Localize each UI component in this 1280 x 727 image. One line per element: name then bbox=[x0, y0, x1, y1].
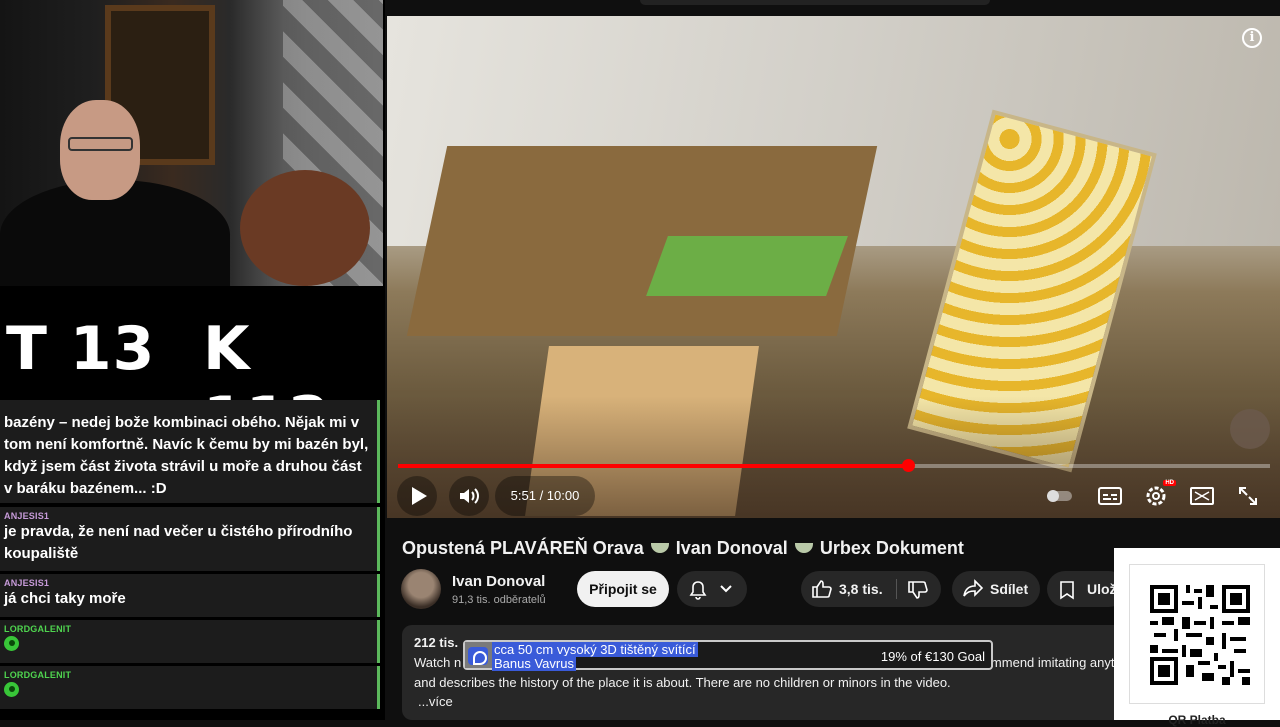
join-button[interactable]: Připojit se bbox=[577, 571, 669, 607]
donation-icon bbox=[468, 647, 488, 665]
progress-bar[interactable] bbox=[398, 459, 1270, 472]
video-title: Opustená PLAVÁREŇ Orava Ivan Donoval Urb… bbox=[402, 538, 964, 559]
bowl-emoji-icon bbox=[794, 543, 813, 553]
chat-author: LORDGALENIT bbox=[4, 624, 72, 634]
streamer-glasses bbox=[68, 137, 133, 151]
chat-message-text: já chci taky moře bbox=[4, 590, 126, 607]
qr-payment-card: QR Platba bbox=[1114, 548, 1280, 727]
top-bar-edge bbox=[640, 0, 990, 5]
video-frame-green-shelf bbox=[646, 236, 848, 296]
progress-fill bbox=[398, 464, 909, 468]
thumbs-up-icon bbox=[812, 580, 832, 598]
thumbs-down-icon bbox=[908, 581, 928, 599]
qr-label: QR Platba bbox=[1168, 713, 1226, 727]
volume-icon[interactable] bbox=[449, 476, 489, 516]
like-count: 3,8 tis. bbox=[839, 581, 883, 597]
goal-title: cca 50 cm vysoký 3D tištěný svítící bbox=[492, 642, 698, 657]
chat-message: LORDGALENIT bbox=[0, 666, 380, 709]
description-text: Watch n bbox=[414, 655, 462, 670]
share-button[interactable]: Sdílet bbox=[952, 571, 1040, 607]
chat-message: bazény – nedej bože kombinaci obého. Něj… bbox=[0, 400, 380, 503]
share-label: Sdílet bbox=[990, 581, 1029, 597]
show-more-link[interactable]: ...více bbox=[418, 694, 453, 709]
play-icon[interactable] bbox=[397, 476, 437, 516]
save-label: Ulož bbox=[1087, 581, 1117, 597]
chat-author: ANJESIS1 bbox=[4, 511, 50, 521]
time-display: 5:51 / 10:00 bbox=[495, 476, 595, 516]
goal-subtitle: Banus Vavrus bbox=[492, 656, 576, 671]
info-icon[interactable]: i bbox=[1242, 28, 1262, 48]
view-count: 212 tis. bbox=[414, 635, 459, 650]
plush-toy bbox=[240, 170, 370, 286]
chat-message-text: bazény – nedej bože kombinaci obého. Něj… bbox=[4, 414, 369, 497]
chat-author: LORDGALENIT bbox=[4, 670, 72, 680]
subtitles-icon[interactable] bbox=[1090, 476, 1130, 516]
counter-t: T 13 bbox=[6, 314, 156, 384]
bell-icon bbox=[689, 581, 707, 600]
video-title-part: Ivan Donoval bbox=[675, 538, 788, 558]
video-title-part: Urbex Dokument bbox=[819, 538, 964, 558]
donation-goal-bar: cca 50 cm vysoký 3D tištěný svítící Banu… bbox=[463, 640, 993, 671]
like-button[interactable]: 3,8 tis. bbox=[801, 571, 896, 607]
autoplay-toggle-icon[interactable] bbox=[1040, 476, 1080, 516]
channel-watermark[interactable] bbox=[1230, 409, 1270, 449]
bowl-emoji-icon bbox=[650, 543, 669, 553]
dislike-button[interactable] bbox=[897, 571, 941, 607]
fullscreen-icon[interactable] bbox=[1228, 476, 1268, 516]
notifications-button[interactable] bbox=[677, 571, 747, 607]
channel-avatar[interactable] bbox=[401, 569, 441, 609]
time-text: 5:51 / 10:00 bbox=[510, 488, 580, 503]
chat-panel: bazény – nedej bože kombinaci obého. Něj… bbox=[0, 400, 383, 720]
description-line: and describes the history of the place i… bbox=[414, 675, 951, 690]
green-emote-icon bbox=[4, 682, 19, 697]
video-player[interactable]: i 5:51 / 10:00 HD bbox=[387, 16, 1280, 518]
chevron-down-icon bbox=[720, 585, 732, 593]
chat-message-text: je pravda, že není nad večer u čistého p… bbox=[4, 523, 353, 562]
green-emote-icon bbox=[4, 636, 19, 651]
channel-name[interactable]: Ivan Donoval bbox=[452, 573, 545, 590]
qr-frame: QR Platba bbox=[1129, 564, 1265, 727]
goal-progress-text: 19% of €130 Goal bbox=[880, 649, 985, 664]
miniplayer-icon[interactable] bbox=[1182, 476, 1222, 516]
subscriber-count: 91,3 tis. odběratelů bbox=[452, 594, 546, 606]
chat-author: ANJESIS1 bbox=[4, 578, 50, 588]
settings-icon[interactable]: HD bbox=[1136, 476, 1176, 516]
share-icon bbox=[963, 579, 984, 597]
bookmark-icon bbox=[1060, 581, 1074, 600]
hd-badge: HD bbox=[1163, 480, 1176, 486]
chat-message: LORDGALENIT bbox=[0, 620, 380, 663]
like-dislike-group: 3,8 tis. bbox=[801, 571, 941, 607]
video-title-part: Opustená PLAVÁREŇ Orava bbox=[402, 538, 644, 558]
qr-code bbox=[1150, 585, 1250, 685]
chat-message: ANJESIS1 je pravda, že není nad večer u … bbox=[0, 507, 380, 571]
player-controls-right: HD bbox=[1030, 476, 1280, 516]
counter-panel: T 13 K 112 bbox=[0, 286, 383, 454]
chat-message: ANJESIS1 já chci taky moře bbox=[0, 574, 380, 617]
stream-overlay: T 13 K 112 bazény – nedej bože kombinaci… bbox=[0, 0, 385, 720]
webcam-feed bbox=[0, 0, 383, 286]
